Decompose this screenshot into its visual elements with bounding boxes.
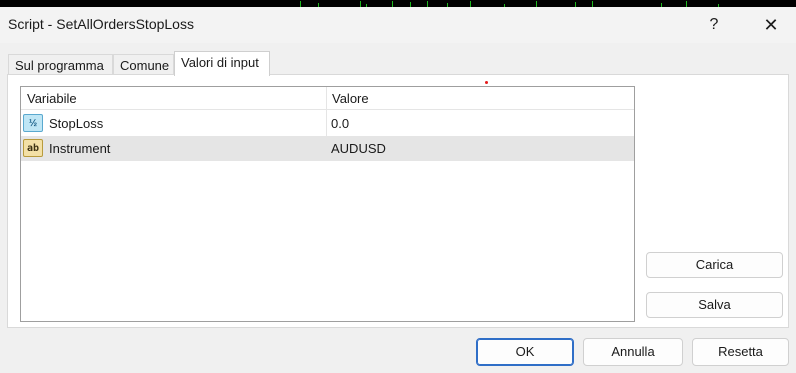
ok-button[interactable]: OK — [476, 338, 574, 366]
variable-value[interactable]: AUDUSD — [331, 141, 386, 156]
cancel-button[interactable]: Annulla — [583, 338, 683, 366]
marker-dot — [485, 81, 488, 84]
tab-comune[interactable]: Comune — [113, 54, 174, 75]
close-icon: ✕ — [763, 15, 779, 35]
tab-valori-di-input[interactable]: Valori di input — [174, 51, 270, 76]
table-row[interactable]: ab Instrument AUDUSD — [21, 136, 634, 161]
reset-button[interactable]: Resetta — [692, 338, 789, 366]
numeric-value-icon: ½ — [23, 114, 43, 132]
column-header-valore[interactable]: Valore — [332, 91, 369, 106]
help-icon: ? — [709, 16, 719, 33]
close-button[interactable]: ✕ — [756, 11, 786, 39]
input-parameters-table[interactable]: Variabile Valore ½ StopLoss 0.0 ab Instr… — [20, 86, 635, 322]
string-value-icon: ab — [23, 139, 43, 157]
tab-sul-programma[interactable]: Sul programma — [8, 54, 113, 75]
variable-value[interactable]: 0.0 — [331, 116, 349, 131]
background-chart-strip — [0, 0, 796, 7]
variable-name: Instrument — [49, 141, 111, 156]
column-header-variabile[interactable]: Variabile — [27, 91, 77, 106]
input-values-panel: Variabile Valore ½ StopLoss 0.0 ab Instr… — [7, 74, 789, 328]
help-button[interactable]: ? — [700, 11, 728, 39]
save-button[interactable]: Salva — [646, 292, 783, 318]
table-row[interactable]: ½ StopLoss 0.0 — [21, 111, 634, 136]
column-divider — [326, 87, 327, 161]
title-bar: Script - SetAllOrdersStopLoss ? ✕ — [0, 7, 796, 43]
table-header: Variabile Valore — [21, 87, 634, 110]
load-button[interactable]: Carica — [646, 252, 783, 278]
variable-name: StopLoss — [49, 116, 104, 131]
window-title: Script - SetAllOrdersStopLoss — [8, 16, 194, 32]
